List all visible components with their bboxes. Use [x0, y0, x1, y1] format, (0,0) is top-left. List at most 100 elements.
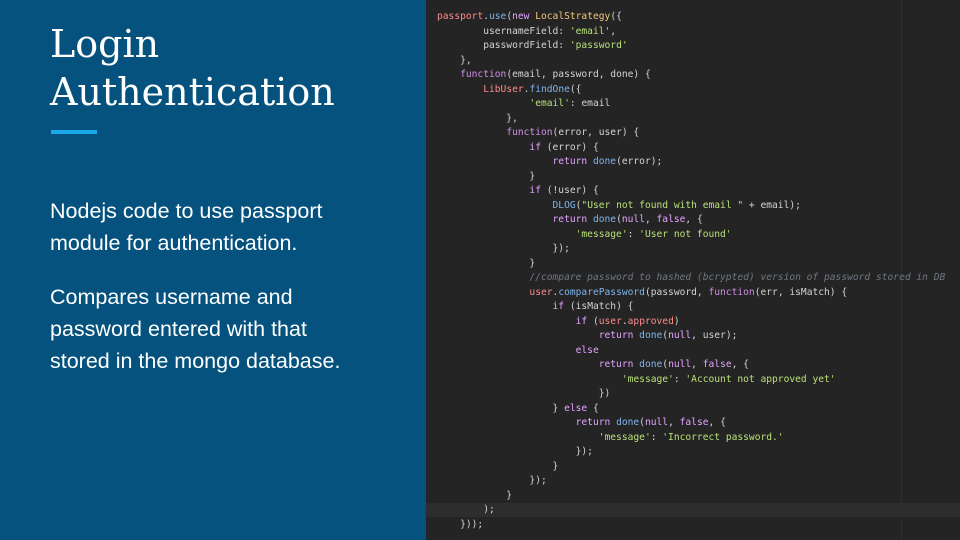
code-line: LibUser.findOne({	[437, 83, 945, 98]
code-token: 'email'	[529, 98, 570, 109]
code-line: passwordField: 'password'	[437, 39, 945, 54]
code-token: });	[437, 475, 547, 486]
code-token: null	[668, 359, 692, 370]
code-token: DLOG	[552, 199, 576, 211]
text-panel: Login Authentication Nodejs code to use …	[0, 0, 426, 540]
code-line: }));	[437, 518, 945, 533]
code-line: if (isMatch) {	[437, 300, 945, 315]
code-line: return done(null, false, {	[437, 416, 945, 431]
code-line: },	[437, 112, 945, 127]
code-token: ,	[691, 359, 703, 370]
code-line: });	[437, 474, 945, 489]
code-line: return done(null, false, {	[437, 358, 945, 373]
code-screenshot: passport.use(new LocalStrategy({ usernam…	[426, 0, 960, 540]
code-token: (!user) {	[540, 185, 599, 196]
code-token: );	[437, 504, 495, 515]
code-token: :	[627, 228, 640, 240]
code-line: });	[437, 445, 945, 460]
code-token: null	[668, 330, 692, 341]
code-token: user	[598, 315, 622, 327]
code-token: comparePassword	[558, 286, 645, 298]
code-token: ({	[610, 11, 622, 22]
code-token: return	[552, 156, 588, 167]
paragraph-line: Compares username and	[50, 285, 293, 309]
code-token: }	[437, 257, 536, 269]
code-line: 'message': 'Incorrect password.'	[437, 431, 945, 446]
code-token: done	[639, 359, 663, 370]
code-token: usernameField:	[437, 25, 570, 37]
code-line: }	[437, 170, 945, 185]
code-line: return done(null, false, {	[437, 213, 945, 228]
paragraph-line: module for authentication.	[50, 231, 298, 255]
code-token: false	[679, 417, 709, 428]
code-token: findOne	[529, 83, 570, 95]
code-token: (error);	[616, 156, 663, 167]
title-accent-bar	[51, 130, 97, 134]
code-token: });	[437, 446, 593, 457]
code-token: (email, password, done) {	[506, 69, 651, 80]
description-paragraph: Nodejs code to use passport module for a…	[50, 195, 410, 259]
code-token: {	[587, 402, 599, 414]
code-line: } else {	[437, 402, 945, 417]
code-token: })	[437, 388, 611, 399]
code-token: (	[587, 315, 599, 327]
details-paragraph: Compares username and password entered w…	[50, 281, 410, 377]
code-line: usernameField: 'email',	[437, 25, 945, 40]
code-token: + email);	[743, 199, 801, 211]
code-token: function	[460, 69, 507, 80]
paragraph-line: stored in the mongo database.	[50, 349, 341, 373]
code-line: })	[437, 387, 945, 402]
code-token: else	[575, 344, 599, 356]
code-token: false	[702, 359, 732, 370]
code-token: , {	[685, 214, 703, 225]
code-token: 'User not found'	[639, 228, 732, 240]
code-token: return	[598, 359, 634, 370]
code-token: , user);	[691, 330, 738, 341]
code-token: (isMatch) {	[564, 301, 634, 312]
code-line: );	[437, 503, 945, 518]
code-line: return done(null, user);	[437, 329, 945, 344]
code-line: });	[437, 242, 945, 257]
code-token: }	[437, 489, 513, 501]
code-token: function	[506, 127, 553, 138]
code-token: passport	[437, 11, 484, 22]
code-token: if	[529, 185, 541, 196]
code-token: }	[437, 170, 536, 182]
code-token: approved	[627, 315, 674, 327]
code-line: else	[437, 344, 945, 359]
code-token: ,	[644, 214, 657, 225]
slide-title-line: Authentication	[50, 70, 335, 114]
code-token: )	[673, 315, 680, 327]
code-line: 'message': 'Account not approved yet'	[437, 373, 945, 388]
code-token: (error) {	[540, 141, 599, 153]
code-token: false	[656, 214, 686, 225]
code-token: passwordField:	[437, 40, 570, 51]
code-line: function(error, user) {	[437, 126, 945, 141]
code-line: //compare password to hashed (bcrypted) …	[437, 271, 945, 286]
slide-title-line: Login	[50, 22, 160, 66]
code-token: else	[564, 402, 588, 414]
code-token: ,	[668, 417, 680, 428]
code-token: });	[437, 243, 570, 254]
code-token: //compare password to hashed (bcrypted) …	[529, 272, 946, 283]
code-token: done	[639, 330, 663, 341]
code-line: if (!user) {	[437, 184, 945, 199]
code-token: done	[592, 214, 617, 225]
code-token: if	[529, 141, 541, 153]
code-token: },	[437, 112, 518, 124]
code-token: done	[592, 156, 617, 167]
code-token: }	[437, 460, 559, 472]
